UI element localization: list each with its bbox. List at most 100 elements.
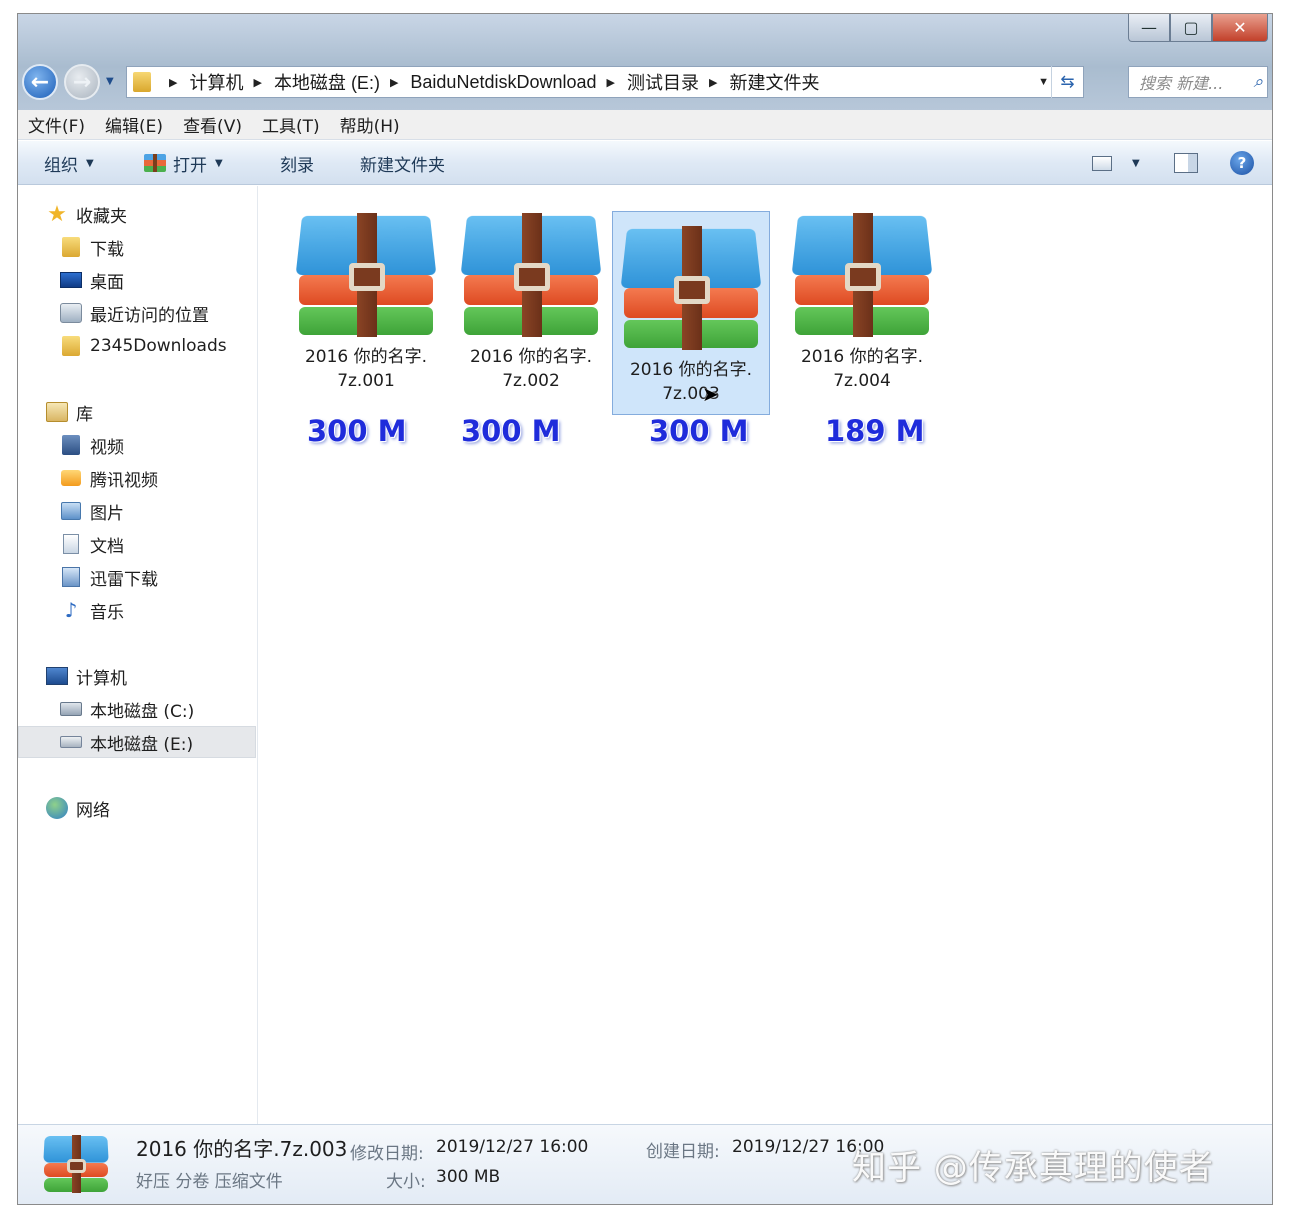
chevron-right-icon[interactable]: ▶ [607, 76, 615, 89]
archive-icon [295, 213, 437, 337]
chevron-right-icon[interactable]: ▶ [709, 76, 717, 89]
nav-label: 文档 [90, 536, 124, 557]
desktop-icon [60, 270, 82, 290]
caret-down-icon: ▼ [1132, 157, 1140, 169]
search-input[interactable]: 搜索 新建... ⌕ [1128, 66, 1268, 98]
nav-network[interactable]: 网络 [18, 792, 256, 824]
file-item[interactable]: 2016 你的名字. 7z.001 [287, 198, 445, 402]
explorer-window: — ▢ ✕ ← → ▼ ▶ 计算机 ▶ 本地磁盘 (E:) ▶ BaiduNet… [18, 14, 1272, 1204]
change-view-button[interactable]: ▼ [1092, 141, 1140, 185]
maximize-button[interactable]: ▢ [1170, 14, 1212, 42]
nav-libraries[interactable]: 库 [18, 396, 256, 428]
breadcrumb-computer[interactable]: 计算机 [189, 69, 243, 95]
nav-label: 本地磁盘 (E:) [90, 734, 194, 755]
nav-desktop[interactable]: 桌面 [18, 264, 256, 296]
modified-label: 修改日期: [350, 1144, 424, 1164]
nav-computer[interactable]: 计算机 [18, 660, 256, 692]
help-icon: ? [1230, 151, 1254, 175]
nav-label: 本地磁盘 (C:) [90, 701, 195, 722]
menu-view[interactable]: 查看(V) [183, 112, 242, 137]
nav-label: 迅雷下载 [90, 569, 158, 590]
chevron-right-icon[interactable]: ▶ [253, 76, 261, 89]
music-note-icon: ♪ [64, 598, 78, 622]
close-button[interactable]: ✕ [1212, 14, 1268, 42]
nav-documents[interactable]: 文档 [18, 528, 256, 560]
menu-edit[interactable]: 编辑(E) [105, 112, 163, 137]
nav-recent-places[interactable]: 最近访问的位置 [18, 297, 256, 329]
file-name: 2016 你的名字. 7z.002 [469, 347, 593, 391]
caret-down-icon: ▼ [86, 157, 94, 169]
refresh-button[interactable]: ⇆ [1051, 66, 1083, 98]
arrow-right-icon: → [72, 69, 92, 95]
menu-help[interactable]: 帮助(H) [340, 112, 400, 137]
drive-icon [60, 732, 82, 752]
file-item[interactable]: 2016 你的名字. 7z.004 [783, 198, 941, 402]
modified-value: 2019/12/27 16:00 [436, 1137, 589, 1157]
file-name: 2016 你的名字. 7z.001 [304, 347, 428, 391]
nav-music[interactable]: ♪ 音乐 [18, 594, 256, 626]
open-label: 打开 [173, 155, 207, 176]
caret-down-icon: ▼ [215, 157, 223, 169]
system-drive-icon [60, 699, 82, 719]
organize-label: 组织 [44, 155, 78, 176]
title-bar: — ▢ ✕ ← → ▼ ▶ 计算机 ▶ 本地磁盘 (E:) ▶ BaiduNet… [18, 14, 1272, 110]
file-name: 2016 你的名字. 7z.003 [629, 360, 753, 404]
nav-label: 2345Downloads [90, 336, 227, 356]
star-icon: ★ [47, 201, 67, 227]
mouse-cursor-icon: ➤ [702, 382, 719, 406]
preview-pane-button[interactable] [1174, 141, 1198, 185]
nav-pictures[interactable]: 图片 [18, 495, 256, 527]
address-dropdown-icon[interactable]: ▼ [1038, 76, 1049, 88]
recent-pages-dropdown[interactable]: ▼ [106, 76, 114, 87]
nav-favorites[interactable]: ★ 收藏夹 [18, 198, 256, 230]
nav-downloads[interactable]: 下载 [18, 231, 256, 263]
new-folder-label: 新建文件夹 [360, 155, 445, 176]
address-bar[interactable]: ▶ 计算机 ▶ 本地磁盘 (E:) ▶ BaiduNetdiskDownload… [126, 66, 1084, 98]
nav-label: 视频 [90, 437, 124, 458]
forward-button[interactable]: → [64, 64, 100, 100]
breadcrumb-baidunetdisk[interactable]: BaiduNetdiskDownload [410, 72, 596, 93]
nav-label: 腾讯视频 [90, 470, 158, 491]
burn-button[interactable]: 刻录 [280, 141, 314, 185]
computer-icon [46, 666, 68, 686]
open-button[interactable]: 打开 ▼ [144, 141, 223, 185]
file-item-selected[interactable]: 2016 你的名字. 7z.003 [612, 211, 770, 415]
new-folder-button[interactable]: 新建文件夹 [360, 141, 445, 185]
refresh-icon: ⇆ [1060, 72, 1075, 91]
nav-videos[interactable]: 视频 [18, 429, 256, 461]
menu-file[interactable]: 文件(F) [28, 112, 85, 137]
file-list[interactable]: 2016 你的名字. 7z.001 2016 你的名字. 7z.002 2016 你… [259, 186, 1272, 1124]
command-bar: 组织 ▼ 打开 ▼ 刻录 新建文件夹 ▼ ? [18, 141, 1272, 185]
file-name: 2016 你的名字. 7z.004 [800, 347, 924, 391]
search-icon[interactable]: ⌕ [1253, 72, 1263, 92]
nav-2345downloads[interactable]: 2345Downloads [18, 330, 256, 362]
nav-thunder-downloads[interactable]: 迅雷下载 [18, 561, 256, 593]
archive-icon [620, 226, 762, 350]
nav-tencent-video[interactable]: 腾讯视频 [18, 462, 256, 494]
video-library-icon [60, 435, 82, 455]
help-button[interactable]: ? [1230, 141, 1254, 185]
breadcrumb-new-folder[interactable]: 新建文件夹 [729, 69, 819, 95]
created-label: 创建日期: [646, 1142, 720, 1162]
pictures-icon [60, 501, 82, 521]
size-annotation: 300 M [307, 414, 407, 448]
burn-label: 刻录 [280, 155, 314, 176]
file-item[interactable]: 2016 你的名字. 7z.002 [452, 198, 610, 402]
organize-button[interactable]: 组织 ▼ [44, 141, 94, 185]
nav-drive-e[interactable]: 本地磁盘 (E:) [18, 726, 256, 758]
breadcrumb-drive-e[interactable]: 本地磁盘 (E:) [274, 69, 380, 95]
menu-bar: 文件(F) 编辑(E) 查看(V) 工具(T) 帮助(H) [18, 110, 1272, 140]
network-globe-icon [46, 797, 68, 819]
nav-drive-c[interactable]: 本地磁盘 (C:) [18, 693, 256, 725]
menu-tools[interactable]: 工具(T) [262, 112, 320, 137]
folder-icon [60, 336, 82, 356]
minimize-button[interactable]: — [1128, 14, 1170, 42]
size-annotation: 300 M [461, 414, 561, 448]
chevron-right-icon[interactable]: ▶ [169, 76, 177, 89]
chevron-right-icon[interactable]: ▶ [390, 76, 398, 89]
folder-download-icon [60, 237, 82, 257]
back-button[interactable]: ← [22, 64, 58, 100]
nav-label: 音乐 [90, 602, 124, 623]
documents-icon [60, 534, 82, 554]
breadcrumb-test-dir[interactable]: 测试目录 [627, 69, 699, 95]
